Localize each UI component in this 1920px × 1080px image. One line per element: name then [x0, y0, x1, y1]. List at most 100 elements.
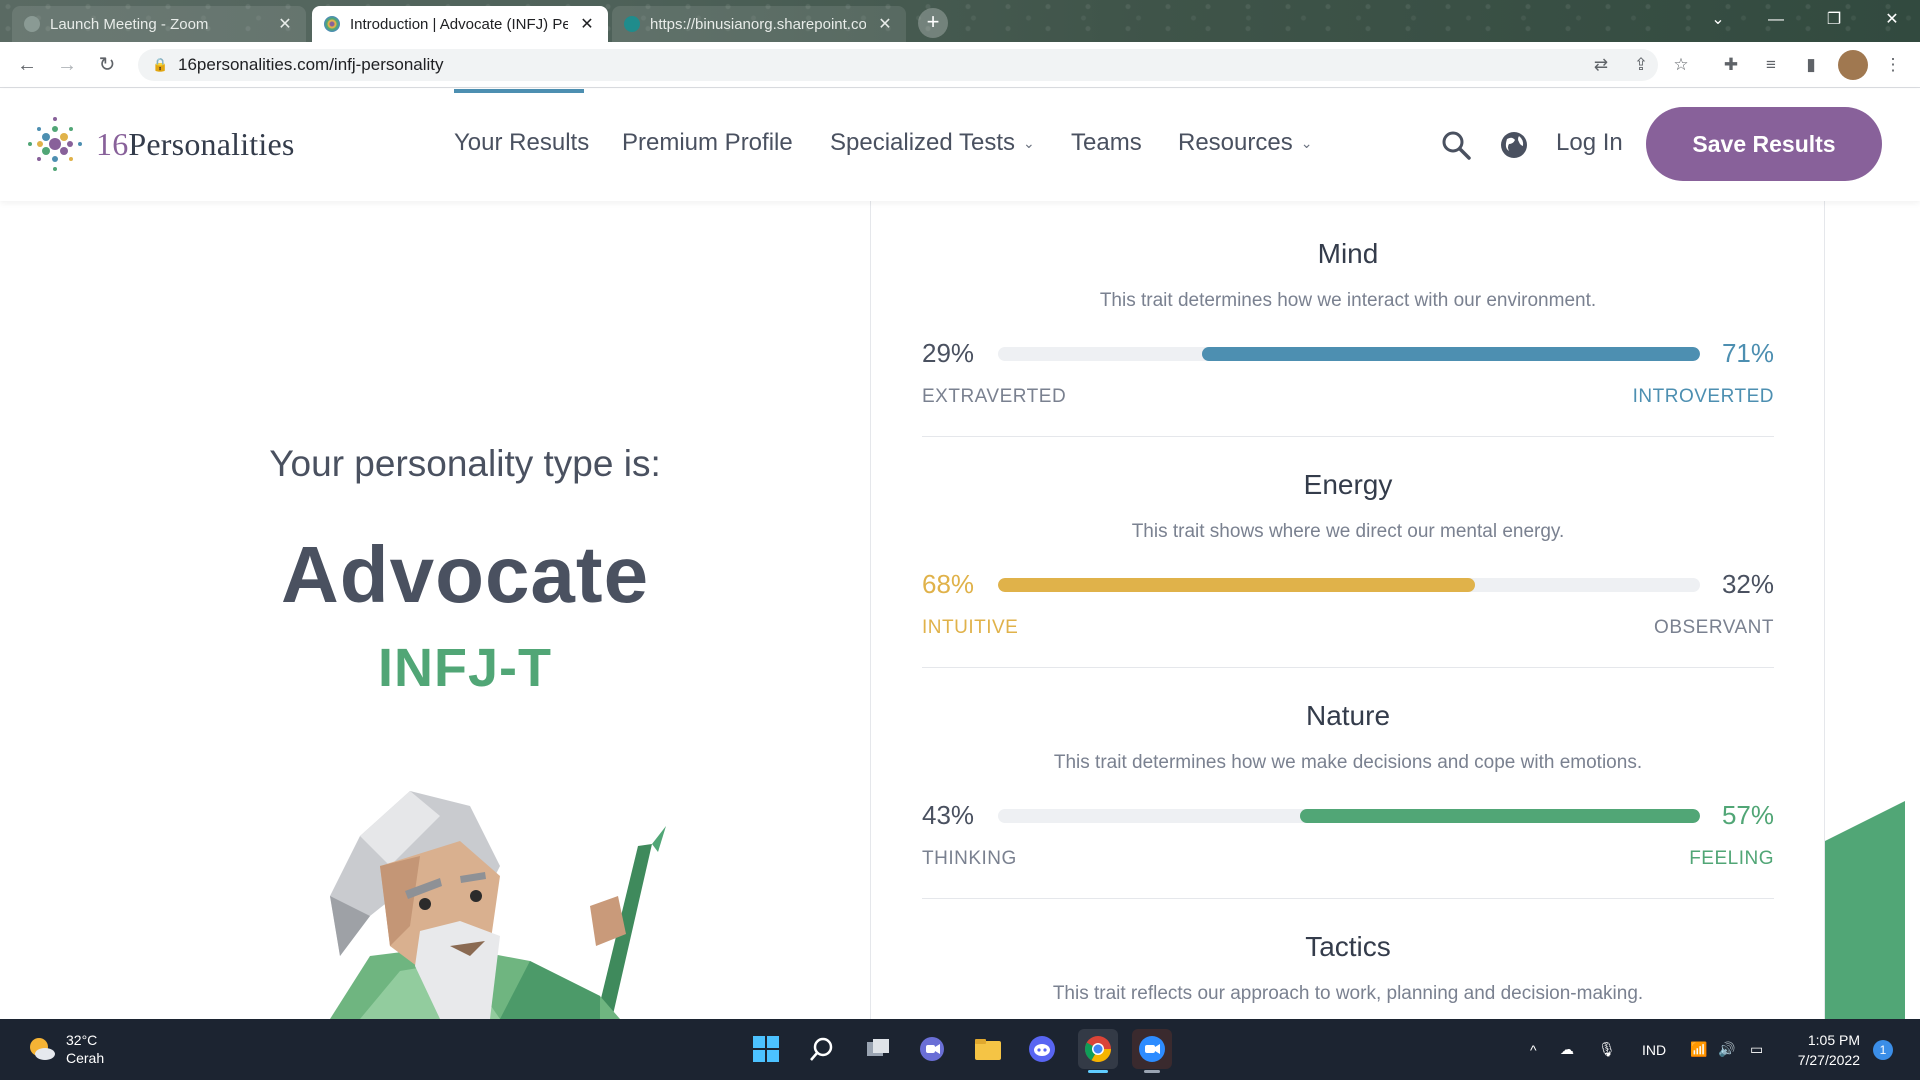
- teams-chat-button[interactable]: [912, 1029, 952, 1069]
- trait-separator: [922, 667, 1774, 668]
- trait-mind: Mind This trait determines how we intera…: [922, 238, 1774, 437]
- site-logo[interactable]: 16Personalities: [24, 113, 295, 175]
- clock-time: 1:05 PM: [1807, 1032, 1860, 1048]
- nav-specialized-tests[interactable]: Specialized Tests ⌄: [830, 129, 1035, 157]
- wifi-icon[interactable]: 📶: [1690, 1019, 1707, 1080]
- trait-labels: INTUITIVE OBSERVANT: [922, 617, 1774, 641]
- trait-bar-row: 29% 71%: [922, 334, 1774, 374]
- share-icon[interactable]: ⇪: [1626, 50, 1656, 80]
- trait-separator: [922, 898, 1774, 899]
- trait-description: This trait determines how we make decisi…: [1053, 752, 1643, 773]
- zoom-button[interactable]: [1132, 1029, 1172, 1073]
- chrome-button[interactable]: [1078, 1029, 1118, 1073]
- trait-separator: [922, 436, 1774, 437]
- system-clock[interactable]: 1:05 PM 7/27/2022: [1780, 1030, 1860, 1070]
- chrome-icon: [1084, 1036, 1112, 1063]
- search-icon[interactable]: [1440, 129, 1472, 161]
- trait-right-label: FEELING: [1689, 848, 1774, 869]
- tab-16personalities[interactable]: Introduction | Advocate (INFJ) Pe ✕: [312, 6, 608, 42]
- advocate-character-illustration: [330, 791, 666, 1019]
- search-icon: [810, 1037, 833, 1061]
- trait-bar-row: 68% 32%: [922, 565, 1774, 605]
- notification-badge[interactable]: 1: [1873, 1040, 1893, 1060]
- results-page: Your personality type is: Advocate INFJ-…: [0, 201, 1920, 1019]
- new-tab-button[interactable]: +: [918, 8, 948, 38]
- nav-label: Specialized Tests: [830, 129, 1015, 156]
- tab-zoom[interactable]: Launch Meeting - Zoom ✕: [12, 6, 306, 42]
- trait-left-label: THINKING: [922, 848, 1017, 869]
- restore-icon[interactable]: ❐: [1806, 0, 1862, 42]
- tab-search-icon[interactable]: ⌄: [1690, 0, 1746, 42]
- close-icon[interactable]: ✕: [876, 14, 894, 34]
- weather-widget[interactable]: 32°C Cerah: [26, 1031, 104, 1067]
- zoom-favicon-icon: [24, 16, 40, 32]
- globe-icon[interactable]: [1498, 129, 1530, 161]
- microphone-icon[interactable]: 🎙: [1598, 1019, 1616, 1080]
- trait-right-percent: 32%: [1721, 569, 1774, 599]
- logo-text: 16Personalities: [96, 126, 295, 163]
- trait-title: Energy: [1303, 469, 1393, 500]
- weather-temperature: 32°C: [66, 1032, 98, 1048]
- battery-icon[interactable]: ▭: [1750, 1019, 1763, 1080]
- profile-avatar[interactable]: [1838, 50, 1868, 80]
- trait-right-label: INTROVERTED: [1632, 386, 1774, 407]
- extensions-icon[interactable]: ✚: [1716, 50, 1746, 80]
- start-button[interactable]: [746, 1029, 786, 1069]
- nav-active-indicator: [454, 89, 584, 93]
- close-icon[interactable]: ✕: [578, 14, 596, 34]
- show-hidden-icons[interactable]: ^: [1530, 1019, 1537, 1080]
- tab-sharepoint[interactable]: https://binusianorg.sharepoint.co ✕: [612, 6, 906, 42]
- windows-taskbar: 32°C Cerah ^ ☁ 🎙 IND 📶 🔊 ▭ 1:05 PM 7/27/…: [0, 1019, 1920, 1080]
- back-icon[interactable]: ←: [12, 50, 42, 80]
- save-results-button[interactable]: Save Results: [1646, 107, 1882, 181]
- trait-description: This trait reflects our approach to work…: [1052, 983, 1644, 1004]
- discord-button[interactable]: [1022, 1029, 1062, 1069]
- task-view-button[interactable]: [858, 1029, 898, 1069]
- tab-title: Launch Meeting - Zoom: [50, 15, 209, 33]
- chat-icon: [920, 1037, 944, 1061]
- nav-teams[interactable]: Teams: [1071, 129, 1142, 157]
- trait-title: Mind: [1317, 238, 1379, 269]
- trait-title: Nature: [1305, 700, 1391, 731]
- folder-icon: [975, 1039, 1001, 1060]
- nav-premium-profile[interactable]: Premium Profile: [622, 129, 793, 157]
- type-panel: Your personality type is: Advocate INFJ-…: [0, 201, 870, 1019]
- 16p-logo-icon: [28, 117, 82, 171]
- trait-right-label: OBSERVANT: [1654, 617, 1774, 638]
- trait-description: This trait determines how we interact wi…: [1099, 290, 1597, 311]
- trait-nature: Nature This trait determines how we make…: [922, 700, 1774, 899]
- menu-icon[interactable]: ⋮: [1878, 50, 1908, 80]
- trait-right-percent: 71%: [1721, 338, 1774, 368]
- file-explorer-button[interactable]: [968, 1029, 1008, 1069]
- chevron-down-icon: ⌄: [1300, 135, 1313, 152]
- taskbar-search[interactable]: [802, 1029, 842, 1069]
- trait-left-percent: 29%: [922, 338, 975, 368]
- trait-bar-track: [998, 578, 1700, 592]
- trait-right-percent: 57%: [1721, 800, 1774, 830]
- lock-icon: 🔒: [152, 57, 169, 72]
- forward-icon[interactable]: →: [52, 50, 82, 80]
- language-indicator[interactable]: IND: [1642, 1019, 1666, 1080]
- reload-icon[interactable]: ↻: [92, 50, 122, 80]
- type-name: Advocate: [280, 530, 650, 619]
- media-icon[interactable]: ≡: [1756, 50, 1786, 80]
- nav-your-results[interactable]: Your Results: [454, 129, 589, 157]
- url-text: 16personalities.com/infj-personality: [178, 55, 444, 74]
- trait-bar-fill: [1299, 809, 1700, 823]
- translate-icon[interactable]: ⇄: [1586, 50, 1616, 80]
- minimize-icon[interactable]: —: [1748, 0, 1804, 42]
- address-bar[interactable]: 🔒 16personalities.com/infj-personality: [138, 49, 1658, 81]
- login-link[interactable]: Log In: [1556, 129, 1623, 157]
- trait-left-label: INTUITIVE: [922, 617, 1019, 638]
- trait-bar-fill: [998, 578, 1476, 592]
- nav-resources[interactable]: Resources ⌄: [1178, 129, 1312, 157]
- onedrive-icon[interactable]: ☁: [1560, 1019, 1574, 1080]
- volume-icon[interactable]: 🔊: [1718, 1019, 1735, 1080]
- bookmark-star-icon[interactable]: ☆: [1666, 50, 1696, 80]
- site-header: 16Personalities Your Results Premium Pro…: [0, 89, 1920, 201]
- close-icon[interactable]: ✕: [276, 14, 294, 34]
- trait-left-percent: 43%: [922, 800, 975, 830]
- tab-title: https://binusianorg.sharepoint.co: [650, 15, 866, 33]
- side-panel-icon[interactable]: ▮: [1796, 50, 1826, 80]
- close-window-icon[interactable]: ✕: [1864, 0, 1920, 42]
